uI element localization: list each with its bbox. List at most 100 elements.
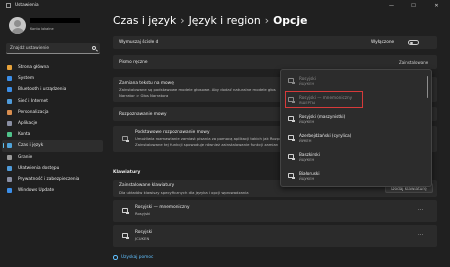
shield-icon [7, 176, 12, 182]
setting-row-handwriting[interactable]: Pismo ręczne Zainstalowane [113, 55, 437, 69]
keyboard-icon [288, 173, 295, 179]
update-icon [7, 188, 12, 194]
window-title: Ustawienia [15, 3, 39, 8]
setting-label: Zamiana tekstu na mowę [119, 81, 174, 86]
help-icon[interactable] [113, 255, 118, 260]
setting-description: Narrator > Głos Narratora [119, 92, 169, 98]
search-input[interactable]: Znajdź ustawienie [6, 43, 100, 54]
sidebar-item-personalization[interactable]: Personalizacja [2, 107, 103, 118]
setting-label: Podstawowe rozpoznawanie mowy [135, 130, 210, 135]
toggle-switch[interactable] [408, 40, 419, 45]
sidebar-item-label: Czas i język [18, 143, 44, 149]
keyboard-icon [122, 208, 129, 214]
toggle-state-label: Wyłączone [371, 40, 395, 45]
option-code: ЙЦУКЕН [299, 119, 315, 124]
sidebar-item-accessibility[interactable]: Ułatwienia dostępu [2, 163, 103, 174]
highlight-box [285, 91, 363, 108]
breadcrumb-separator: › [180, 14, 185, 27]
keyboard-name: Rosyjski [135, 230, 153, 235]
sidebar-item-label: Personalizacja [18, 109, 49, 115]
scrollbar[interactable] [426, 76, 428, 98]
account-type: Konto lokalne [30, 27, 54, 31]
sidebar-item-label: Konta [18, 132, 31, 138]
avatar[interactable] [9, 17, 26, 34]
option-name: Białoruski [299, 170, 320, 176]
dropdown-option[interactable]: Rosyjski (maszynistki) ЙЦУКЕН [284, 110, 422, 128]
settings-window: Ustawienia — ☐ ✕ Konto lokalne Znajdź us… [0, 0, 450, 267]
setting-label: Wymuszaj ścisłe d [119, 40, 159, 45]
more-options-icon[interactable]: ··· [418, 232, 423, 238]
setting-row-enforce[interactable]: Wymuszaj ścisłe d Wyłączone [113, 36, 437, 49]
brush-icon [7, 109, 12, 115]
sidebar-item-label: System [18, 76, 35, 82]
keyboard-code: Rosyjski [135, 211, 151, 216]
setting-description: Umożliwia rozmawianie zamiast pisania za… [135, 136, 282, 141]
keyboard-row[interactable]: Rosyjski — mnemoniczny Rosyjski ··· [113, 200, 437, 222]
option-name: Azerbejdżański (cyrylica) [299, 132, 352, 138]
dropdown-option[interactable]: Azerbejdżański (cyrylica) ЙУКЕН [284, 129, 422, 147]
sidebar-item-privacy[interactable]: Prywatność i zabezpieczenia [2, 174, 103, 185]
option-code: ЙЦУКЕН [299, 157, 315, 162]
sidebar-item-system[interactable]: System [2, 73, 103, 84]
option-code: ЙЦУКЕН [299, 176, 315, 181]
wifi-icon [7, 98, 12, 104]
accessibility-icon [7, 165, 12, 171]
sidebar-item-time-language[interactable]: Czas i język [2, 140, 103, 152]
search-icon[interactable] [92, 45, 96, 50]
sidebar-item-home[interactable]: Strona główna [2, 62, 103, 73]
dropdown-option[interactable]: Białoruski ЙЦУКЕН [284, 167, 422, 185]
user-name-redacted [30, 18, 80, 23]
breadcrumb-time-language[interactable]: Czas i język [113, 14, 176, 27]
sidebar-item-apps[interactable]: Aplikacje [2, 118, 103, 129]
more-options-icon[interactable]: ··· [418, 207, 423, 213]
option-code: ЙЦУКЕН [299, 81, 315, 86]
sidebar-item-network[interactable]: Sieć i Internet [2, 96, 103, 107]
installed-status: Zainstalowane [399, 59, 429, 65]
option-name: Rosyjski [299, 75, 316, 81]
keyboard-row[interactable]: Rosyjski JCUKEN ··· [113, 225, 437, 247]
breadcrumb-separator: › [264, 14, 270, 27]
setting-label: Pismo ręczne [119, 59, 148, 65]
dropdown-option[interactable]: Rosyjski ЙЦУКЕН [284, 72, 422, 90]
maximize-button[interactable]: ☐ [405, 0, 422, 12]
account-icon [7, 132, 12, 138]
sidebar-item-label: Ułatwienia dostępu [18, 165, 60, 171]
sidebar-item-windows-update[interactable]: Windows Update [2, 185, 103, 196]
setting-label: Zainstalowane klawiatury [119, 183, 175, 188]
setting-description: Zainstalowane tej funkcji spowoduje równ… [135, 141, 279, 147]
keyboard-icon [122, 233, 129, 239]
breadcrumb-language-region[interactable]: Język i region [189, 14, 261, 27]
sidebar-nav: Strona główna System Bluetooth i urządze… [2, 62, 103, 196]
option-name: Baszkirski [299, 151, 320, 157]
keyboard-name: Rosyjski — mnemoniczny [135, 205, 190, 210]
sidebar-item-bluetooth[interactable]: Bluetooth i urządzenia [2, 84, 103, 95]
get-help-link[interactable]: Uzyskaj pomoc [121, 255, 153, 260]
sidebar-item-label: Aplikacje [18, 121, 38, 127]
back-arrow-icon[interactable] [6, 3, 11, 8]
microphone-icon [122, 136, 129, 142]
sidebar-item-label: Strona główna [18, 65, 49, 71]
sidebar-item-gaming[interactable]: Granie [2, 152, 103, 163]
minimize-button[interactable]: — [383, 0, 400, 12]
home-icon [7, 65, 12, 71]
dropdown-option[interactable]: Baszkirski ЙЦУКЕН [284, 148, 422, 166]
sidebar-item-label: Granie [18, 154, 33, 160]
sidebar-item-label: Bluetooth i urządzenia [18, 87, 67, 93]
setting-description: Dla układów klawiszy specyficznych dla j… [119, 189, 249, 195]
title-bar: Ustawienia — ☐ ✕ [0, 0, 450, 12]
gamepad-icon [7, 154, 12, 160]
clock-globe-icon [7, 143, 12, 149]
sidebar: Konto lokalne Znajdź ustawienie Strona g… [0, 12, 105, 267]
close-button[interactable]: ✕ [428, 0, 445, 12]
sidebar-item-label: Sieć i Internet [18, 98, 48, 104]
sidebar-item-accounts[interactable]: Konta [2, 129, 103, 140]
keyboard-icon [288, 154, 295, 160]
search-placeholder: Znajdź ustawienie [10, 45, 50, 51]
setting-label: Rozpoznawanie mowy [119, 111, 167, 117]
keyboard-dropdown-list[interactable]: Rosyjski ЙЦУКЕН Rosyjski — mnemoniczny Я… [280, 69, 432, 187]
keyboard-icon [288, 135, 295, 141]
monitor-icon [7, 76, 12, 82]
setting-description: Zainstalowane są podstawowe modele głoso… [119, 87, 276, 92]
apps-icon [7, 121, 12, 127]
sidebar-item-label: Windows Update [18, 188, 55, 194]
